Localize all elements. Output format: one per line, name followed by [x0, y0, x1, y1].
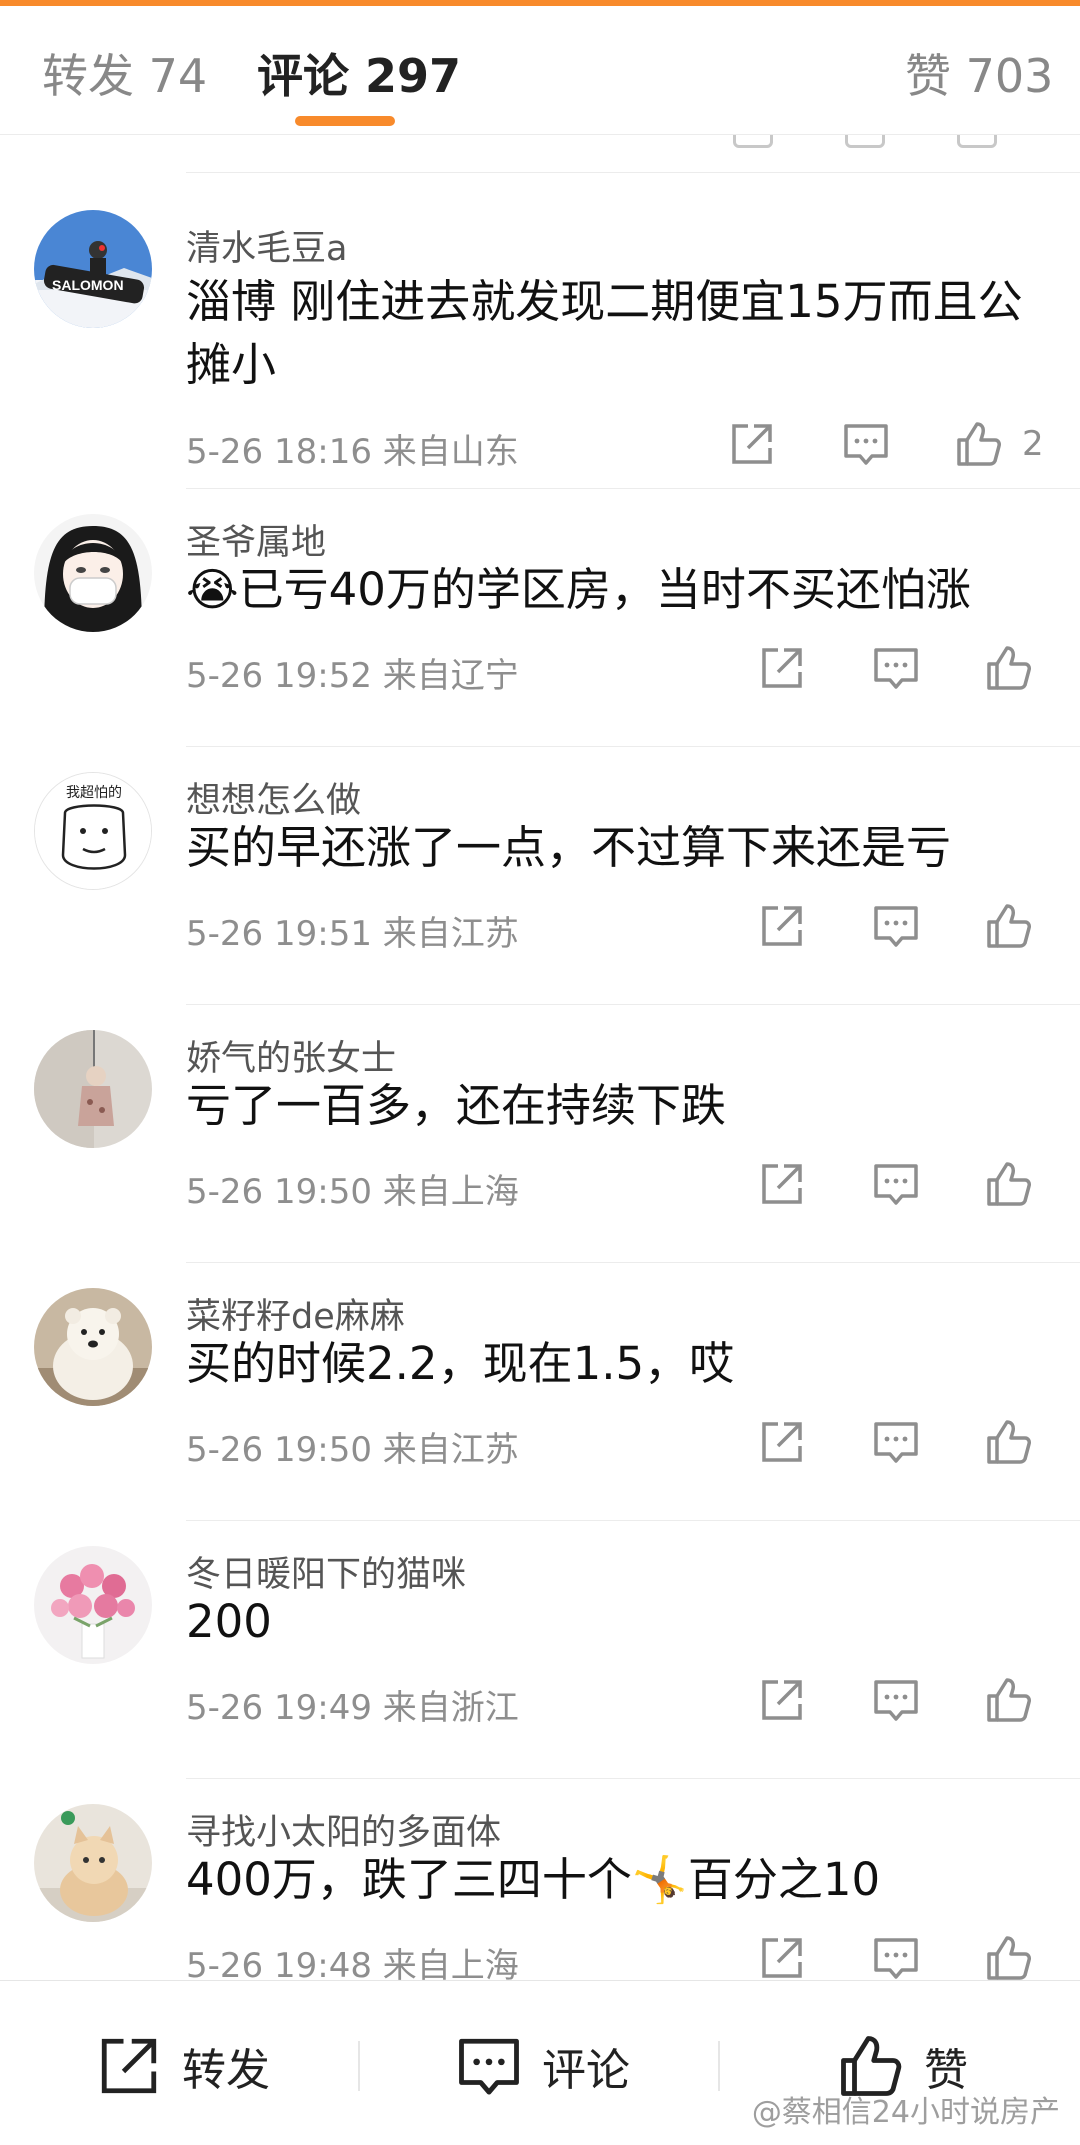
- thumbs-up-icon[interactable]: [985, 1934, 1033, 1980]
- avatar[interactable]: [34, 1546, 152, 1664]
- divider: [186, 1262, 1080, 1263]
- tab-repost[interactable]: 转发 74: [42, 40, 207, 106]
- comment-text: 淄博 刚住进去就发现二期便宜15万而且公摊小: [186, 275, 1023, 391]
- share-icon[interactable]: [758, 1418, 806, 1466]
- share-icon[interactable]: [758, 1160, 806, 1208]
- divider: [186, 746, 1080, 747]
- divider: [186, 172, 1080, 173]
- separator: [718, 2041, 720, 2091]
- comment-meta: 5-26 19:49 来自浙江: [186, 1688, 519, 1728]
- comment-meta: 5-26 19:50 来自上海: [186, 1172, 519, 1212]
- comment-meta: 5-26 19:52 来自辽宁: [186, 656, 519, 696]
- avatar[interactable]: SALOMON: [34, 210, 152, 328]
- comment-icon[interactable]: [842, 420, 890, 468]
- comment-meta: 5-26 18:16 来自山东: [186, 432, 519, 472]
- comment-icon[interactable]: [872, 1160, 920, 1208]
- comment-icon[interactable]: [872, 1934, 920, 1980]
- comment-meta: 5-26 19:48 来自上海: [186, 1946, 519, 1980]
- user-name[interactable]: 清水毛豆a: [186, 220, 347, 271]
- comment-button[interactable]: 评论: [456, 2031, 630, 2101]
- repost-button[interactable]: 转发: [96, 2031, 270, 2101]
- previous-comment-remnant: [0, 130, 1080, 172]
- like-count: 2: [1022, 424, 1044, 464]
- bottom-action-bar: 转发 评论 赞 @蔡相信24小时说房产: [0, 1980, 1080, 2145]
- thumbs-up-icon[interactable]: [985, 902, 1033, 950]
- active-tab-indicator: [295, 116, 395, 126]
- comment-label: 评论: [542, 2045, 630, 2096]
- thumbs-up-icon[interactable]: [985, 1676, 1033, 1724]
- tab-like[interactable]: 赞 703: [905, 40, 1053, 106]
- comment-text: 😭已亏40万的学区房，当时不买还怕涨: [186, 563, 971, 616]
- comment-list[interactable]: SALOMON 清水毛豆a 淄博 刚住进去就发现二期便宜15万而且公摊小 5-2…: [0, 130, 1080, 1980]
- repost-label: 转发: [182, 2045, 270, 2096]
- comment-icon: [459, 2038, 519, 2095]
- share-icon[interactable]: [758, 1934, 806, 1980]
- comment-meta: 5-26 19:50 来自江苏: [186, 1430, 519, 1470]
- share-icon: [101, 2038, 157, 2094]
- svg-text:SALOMON: SALOMON: [52, 277, 124, 293]
- comment-icon[interactable]: [872, 1418, 920, 1466]
- watermark: @蔡相信24小时说房产: [751, 2095, 1060, 2130]
- comment-text: 400万，跌了三四十个🤸百分之10: [186, 1853, 881, 1906]
- comment-icon[interactable]: [872, 902, 920, 950]
- avatar-caption: 我超怕的: [66, 785, 122, 801]
- comment-meta: 5-26 19:51 来自江苏: [186, 914, 519, 954]
- comment-text: 买的早还涨了一点，不过算下来还是亏: [186, 821, 952, 874]
- separator: [358, 2041, 360, 2091]
- divider: [186, 1520, 1080, 1521]
- avatar[interactable]: [34, 514, 152, 632]
- avatar[interactable]: [34, 1804, 152, 1922]
- share-icon[interactable]: [728, 420, 776, 468]
- thumbs-up-icon[interactable]: [985, 1160, 1033, 1208]
- comment-text: 亏了一百多，还在持续下跌: [186, 1079, 727, 1132]
- thumbs-up-icon[interactable]: [955, 420, 1003, 468]
- divider: [186, 1778, 1080, 1779]
- share-icon[interactable]: [758, 1676, 806, 1724]
- divider: [186, 488, 1080, 489]
- comment-icon[interactable]: [872, 644, 920, 692]
- avatar[interactable]: 我超怕的: [34, 772, 152, 890]
- share-icon[interactable]: [758, 644, 806, 692]
- avatar[interactable]: [34, 1030, 152, 1148]
- divider: [186, 1004, 1080, 1005]
- tab-bar: 转发 74 评论 297 赞 703: [0, 6, 1080, 135]
- thumbs-up-icon[interactable]: [985, 644, 1033, 692]
- comment-icon[interactable]: [872, 1676, 920, 1724]
- share-icon[interactable]: [758, 902, 806, 950]
- thumbs-up-icon[interactable]: [985, 1418, 1033, 1466]
- comment-text: 200: [186, 1595, 272, 1648]
- tab-comment[interactable]: 评论 297: [257, 40, 461, 106]
- avatar[interactable]: [34, 1288, 152, 1406]
- comment-text: 买的时候2.2，现在1.5，哎: [186, 1337, 735, 1390]
